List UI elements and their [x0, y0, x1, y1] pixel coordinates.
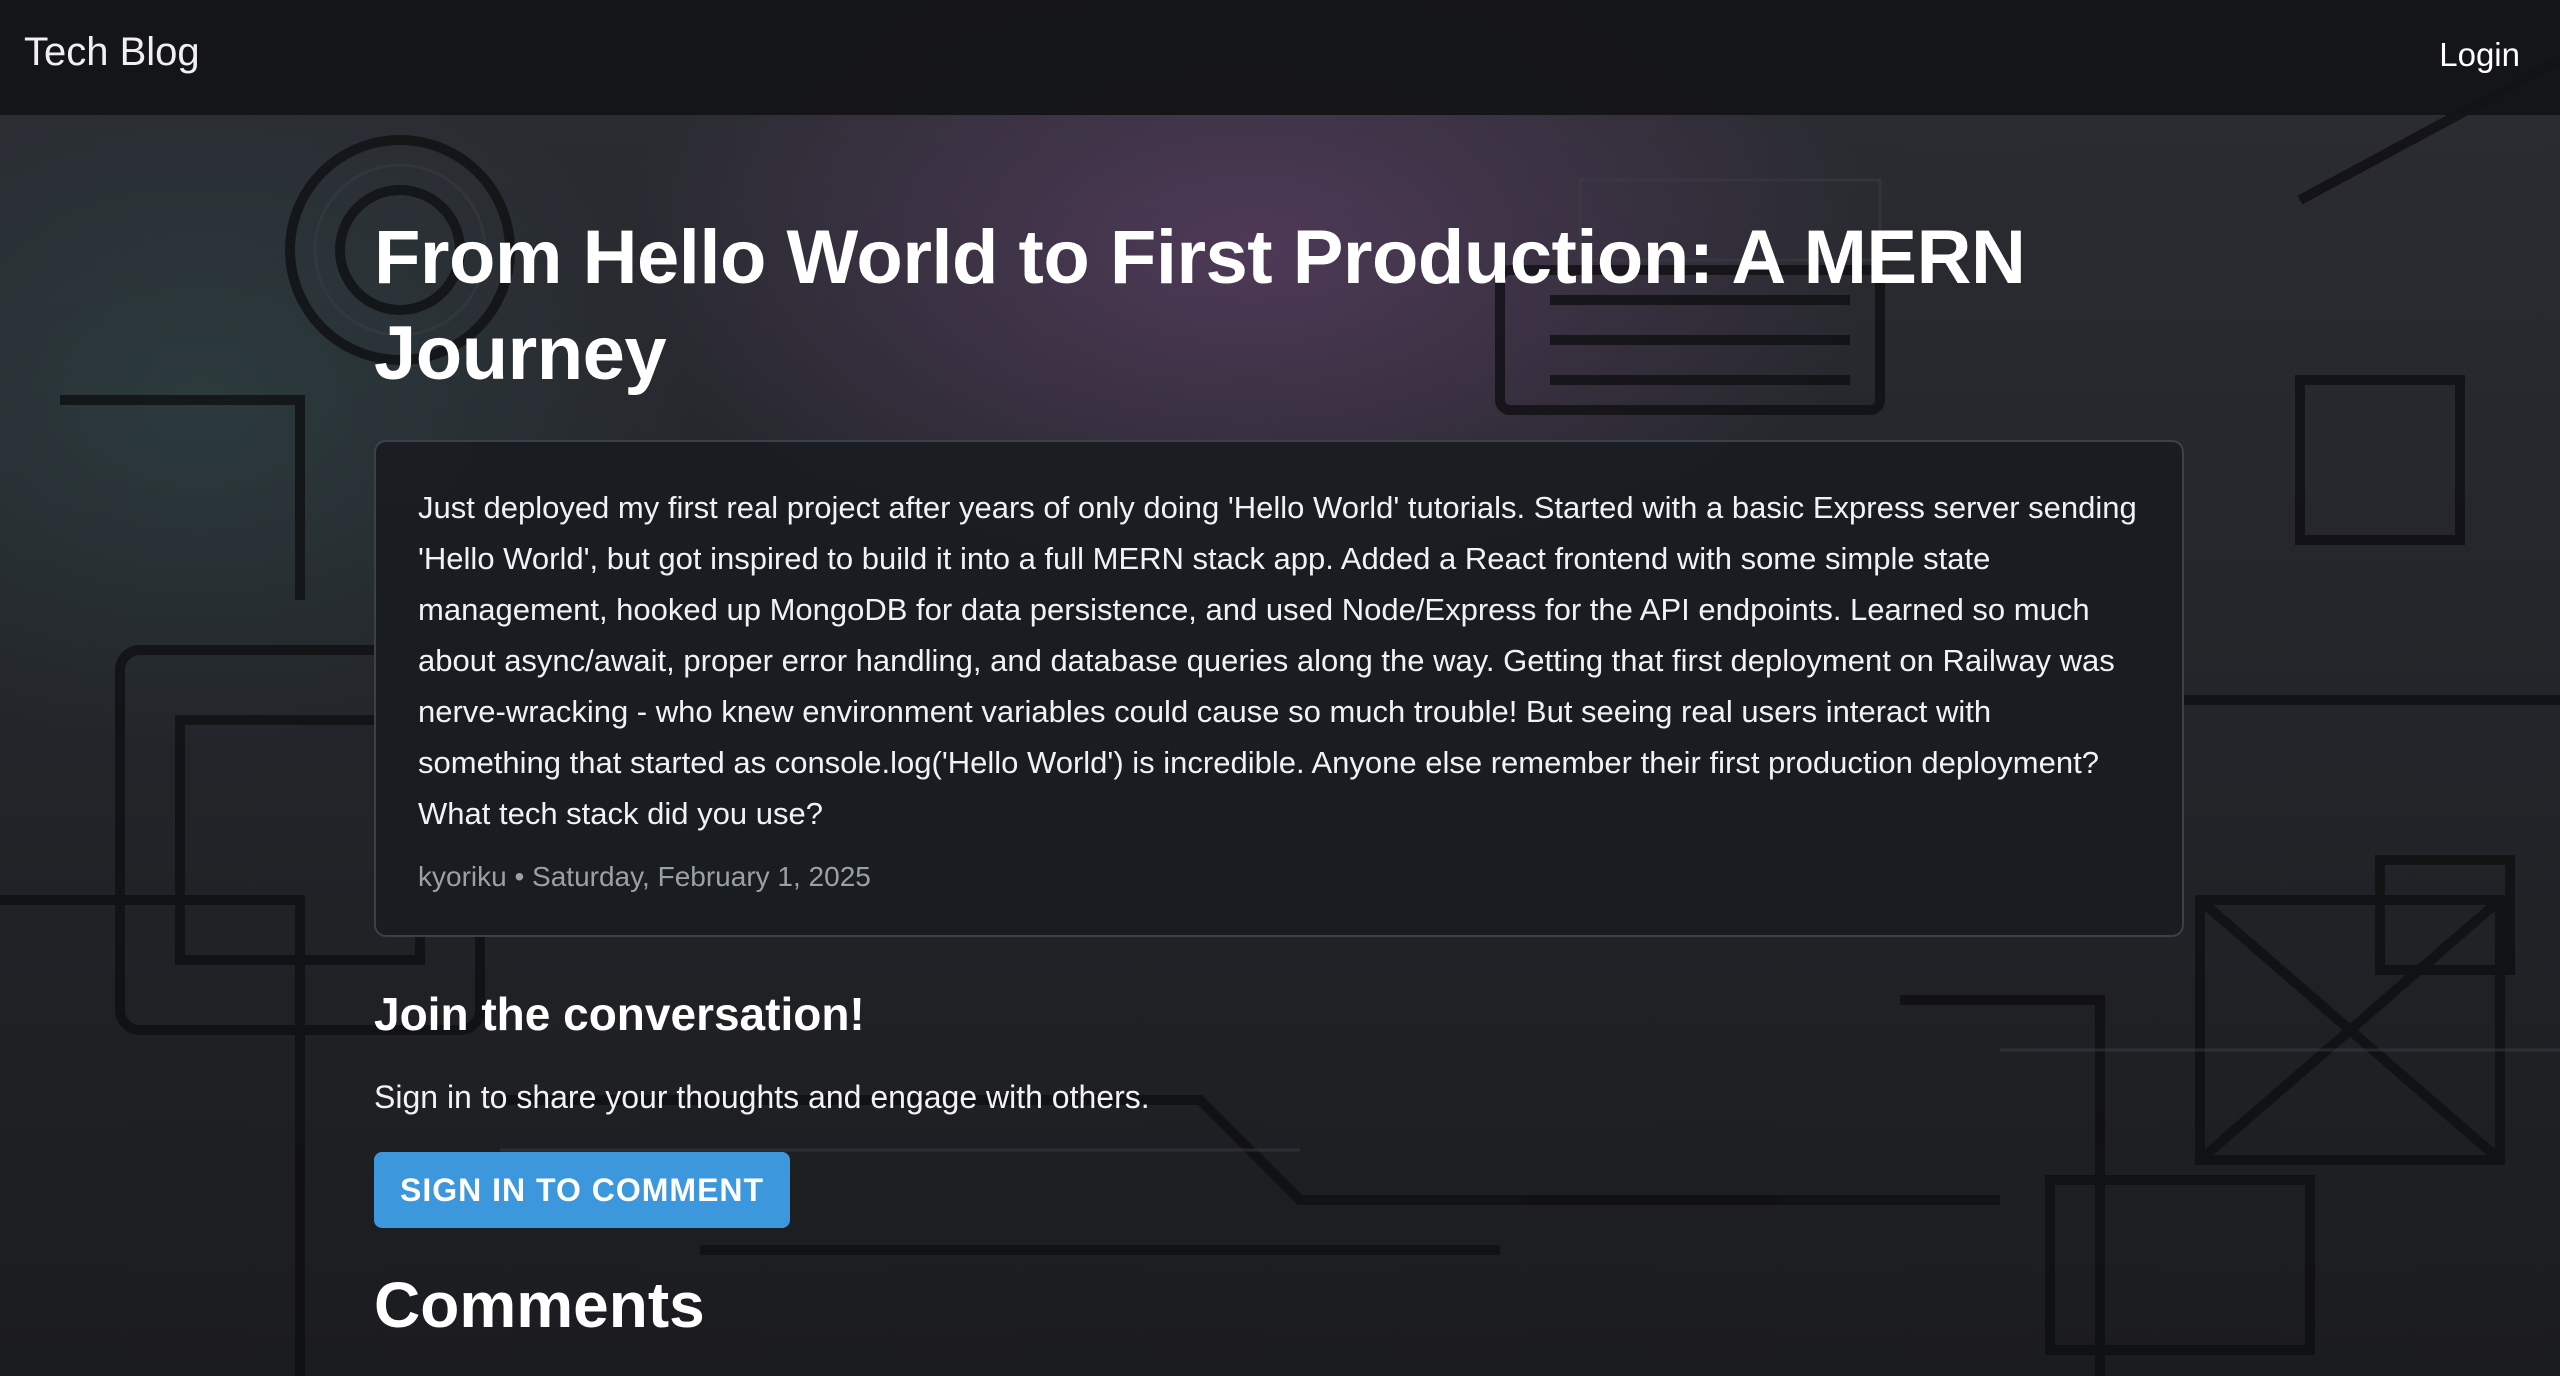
post-meta: kyoriku • Saturday, February 1, 2025	[418, 861, 871, 892]
post-card: Just deployed my first real project afte…	[374, 440, 2184, 937]
post-title: From Hello World to First Production: A …	[374, 215, 2026, 396]
sign-in-to-comment-button[interactable]: SIGN IN TO COMMENT	[374, 1152, 791, 1228]
login-link[interactable]: Login	[2439, 36, 2520, 74]
post-content: From Hello World to First Production: A …	[374, 210, 2186, 1342]
comments-heading: Comments	[374, 1269, 705, 1341]
post-body: Just deployed my first real project afte…	[418, 490, 2137, 831]
join-conversation-heading: Join the conversation!	[374, 988, 865, 1040]
brand-link[interactable]: Tech Blog	[24, 30, 200, 75]
navbar: Tech Blog Login	[0, 0, 2560, 115]
join-conversation-text: Sign in to share your thoughts and engag…	[374, 1079, 1150, 1115]
